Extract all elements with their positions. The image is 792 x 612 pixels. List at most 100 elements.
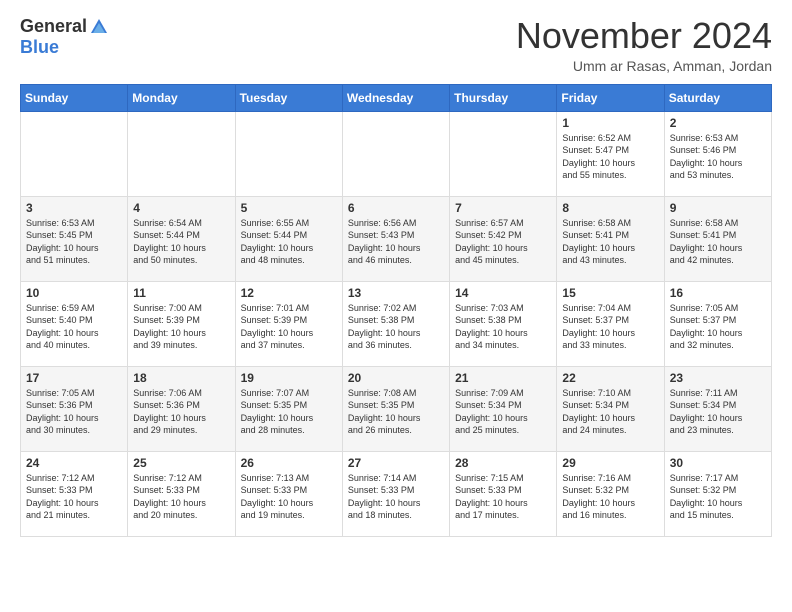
day-info: Sunrise: 6:59 AM Sunset: 5:40 PM Dayligh… (26, 302, 122, 352)
calendar-cell: 5 Sunrise: 6:55 AM Sunset: 5:44 PM Daylig… (235, 196, 342, 281)
day-info: Sunrise: 6:58 AM Sunset: 5:41 PM Dayligh… (562, 217, 658, 267)
calendar-cell (21, 111, 128, 196)
weekday-header-friday: Friday (557, 84, 664, 111)
calendar-cell: 8 Sunrise: 6:58 AM Sunset: 5:41 PM Daylig… (557, 196, 664, 281)
day-info: Sunrise: 7:11 AM Sunset: 5:34 PM Dayligh… (670, 387, 766, 437)
day-number: 22 (562, 371, 658, 385)
day-number: 5 (241, 201, 337, 215)
calendar-cell: 1 Sunrise: 6:52 AM Sunset: 5:47 PM Daylig… (557, 111, 664, 196)
day-info: Sunrise: 7:16 AM Sunset: 5:32 PM Dayligh… (562, 472, 658, 522)
day-info: Sunrise: 7:04 AM Sunset: 5:37 PM Dayligh… (562, 302, 658, 352)
day-info: Sunrise: 7:09 AM Sunset: 5:34 PM Dayligh… (455, 387, 551, 437)
day-number: 6 (348, 201, 444, 215)
day-info: Sunrise: 6:56 AM Sunset: 5:43 PM Dayligh… (348, 217, 444, 267)
day-number: 27 (348, 456, 444, 470)
day-info: Sunrise: 7:14 AM Sunset: 5:33 PM Dayligh… (348, 472, 444, 522)
day-number: 8 (562, 201, 658, 215)
calendar-cell: 25 Sunrise: 7:12 AM Sunset: 5:33 PM Dayli… (128, 451, 235, 536)
day-number: 11 (133, 286, 229, 300)
day-number: 19 (241, 371, 337, 385)
day-info: Sunrise: 7:02 AM Sunset: 5:38 PM Dayligh… (348, 302, 444, 352)
day-number: 10 (26, 286, 122, 300)
day-info: Sunrise: 7:10 AM Sunset: 5:34 PM Dayligh… (562, 387, 658, 437)
day-info: Sunrise: 6:54 AM Sunset: 5:44 PM Dayligh… (133, 217, 229, 267)
day-info: Sunrise: 7:12 AM Sunset: 5:33 PM Dayligh… (133, 472, 229, 522)
week-row-5: 24 Sunrise: 7:12 AM Sunset: 5:33 PM Dayli… (21, 451, 772, 536)
title-section: November 2024 Umm ar Rasas, Amman, Jorda… (516, 16, 772, 74)
week-row-1: 1 Sunrise: 6:52 AM Sunset: 5:47 PM Daylig… (21, 111, 772, 196)
day-number: 24 (26, 456, 122, 470)
day-number: 7 (455, 201, 551, 215)
day-number: 2 (670, 116, 766, 130)
calendar-cell: 29 Sunrise: 7:16 AM Sunset: 5:32 PM Dayli… (557, 451, 664, 536)
calendar-header: SundayMondayTuesdayWednesdayThursdayFrid… (21, 84, 772, 111)
calendar-cell: 6 Sunrise: 6:56 AM Sunset: 5:43 PM Daylig… (342, 196, 449, 281)
day-info: Sunrise: 7:12 AM Sunset: 5:33 PM Dayligh… (26, 472, 122, 522)
logo-icon (89, 17, 109, 37)
calendar: SundayMondayTuesdayWednesdayThursdayFrid… (20, 84, 772, 537)
calendar-cell: 19 Sunrise: 7:07 AM Sunset: 5:35 PM Dayli… (235, 366, 342, 451)
calendar-cell: 16 Sunrise: 7:05 AM Sunset: 5:37 PM Dayli… (664, 281, 771, 366)
calendar-cell (128, 111, 235, 196)
day-info: Sunrise: 7:03 AM Sunset: 5:38 PM Dayligh… (455, 302, 551, 352)
day-number: 18 (133, 371, 229, 385)
day-info: Sunrise: 7:01 AM Sunset: 5:39 PM Dayligh… (241, 302, 337, 352)
calendar-cell: 11 Sunrise: 7:00 AM Sunset: 5:39 PM Dayli… (128, 281, 235, 366)
calendar-cell: 13Sunrise: 7:02 AM Sunset: 5:38 PM Dayli… (342, 281, 449, 366)
day-number: 16 (670, 286, 766, 300)
day-info: Sunrise: 6:52 AM Sunset: 5:47 PM Dayligh… (562, 132, 658, 182)
calendar-cell: 23Sunrise: 7:11 AM Sunset: 5:34 PM Dayli… (664, 366, 771, 451)
day-number: 30 (670, 456, 766, 470)
day-number: 29 (562, 456, 658, 470)
day-number: 17 (26, 371, 122, 385)
location: Umm ar Rasas, Amman, Jordan (516, 58, 772, 74)
weekday-header-thursday: Thursday (450, 84, 557, 111)
weekday-header-monday: Monday (128, 84, 235, 111)
day-info: Sunrise: 7:07 AM Sunset: 5:35 PM Dayligh… (241, 387, 337, 437)
calendar-cell: 4Sunrise: 6:54 AM Sunset: 5:44 PM Daylig… (128, 196, 235, 281)
day-info: Sunrise: 7:00 AM Sunset: 5:39 PM Dayligh… (133, 302, 229, 352)
week-row-3: 10 Sunrise: 6:59 AM Sunset: 5:40 PM Dayli… (21, 281, 772, 366)
calendar-cell: 12Sunrise: 7:01 AM Sunset: 5:39 PM Dayli… (235, 281, 342, 366)
calendar-body: 1 Sunrise: 6:52 AM Sunset: 5:47 PM Daylig… (21, 111, 772, 536)
calendar-cell: 10 Sunrise: 6:59 AM Sunset: 5:40 PM Dayli… (21, 281, 128, 366)
calendar-cell: 18 Sunrise: 7:06 AM Sunset: 5:36 PM Dayli… (128, 366, 235, 451)
calendar-cell: 21Sunrise: 7:09 AM Sunset: 5:34 PM Dayli… (450, 366, 557, 451)
day-number: 14 (455, 286, 551, 300)
day-info: Sunrise: 6:53 AM Sunset: 5:45 PM Dayligh… (26, 217, 122, 267)
day-number: 26 (241, 456, 337, 470)
calendar-cell: 30 Sunrise: 7:17 AM Sunset: 5:32 PM Dayli… (664, 451, 771, 536)
day-info: Sunrise: 7:05 AM Sunset: 5:36 PM Dayligh… (26, 387, 122, 437)
calendar-cell: 14 Sunrise: 7:03 AM Sunset: 5:38 PM Dayli… (450, 281, 557, 366)
weekday-header-tuesday: Tuesday (235, 84, 342, 111)
header: General Blue November 2024 Umm ar Rasas,… (20, 16, 772, 74)
calendar-cell (342, 111, 449, 196)
day-number: 25 (133, 456, 229, 470)
day-number: 28 (455, 456, 551, 470)
day-info: Sunrise: 6:57 AM Sunset: 5:42 PM Dayligh… (455, 217, 551, 267)
calendar-cell: 7 Sunrise: 6:57 AM Sunset: 5:42 PM Daylig… (450, 196, 557, 281)
calendar-cell: 15Sunrise: 7:04 AM Sunset: 5:37 PM Dayli… (557, 281, 664, 366)
calendar-cell (450, 111, 557, 196)
calendar-cell: 2 Sunrise: 6:53 AM Sunset: 5:46 PM Daylig… (664, 111, 771, 196)
logo: General Blue (20, 16, 109, 58)
calendar-cell: 17 Sunrise: 7:05 AM Sunset: 5:36 PM Dayli… (21, 366, 128, 451)
page: General Blue November 2024 Umm ar Rasas,… (0, 0, 792, 547)
weekday-header-saturday: Saturday (664, 84, 771, 111)
day-info: Sunrise: 7:08 AM Sunset: 5:35 PM Dayligh… (348, 387, 444, 437)
day-info: Sunrise: 6:53 AM Sunset: 5:46 PM Dayligh… (670, 132, 766, 182)
day-info: Sunrise: 7:05 AM Sunset: 5:37 PM Dayligh… (670, 302, 766, 352)
week-row-2: 3 Sunrise: 6:53 AM Sunset: 5:45 PM Daylig… (21, 196, 772, 281)
day-info: Sunrise: 7:06 AM Sunset: 5:36 PM Dayligh… (133, 387, 229, 437)
day-number: 20 (348, 371, 444, 385)
weekday-row: SundayMondayTuesdayWednesdayThursdayFrid… (21, 84, 772, 111)
day-info: Sunrise: 7:17 AM Sunset: 5:32 PM Dayligh… (670, 472, 766, 522)
calendar-cell: 28Sunrise: 7:15 AM Sunset: 5:33 PM Dayli… (450, 451, 557, 536)
calendar-cell: 20 Sunrise: 7:08 AM Sunset: 5:35 PM Dayli… (342, 366, 449, 451)
day-number: 3 (26, 201, 122, 215)
calendar-cell: 26Sunrise: 7:13 AM Sunset: 5:33 PM Dayli… (235, 451, 342, 536)
day-info: Sunrise: 6:55 AM Sunset: 5:44 PM Dayligh… (241, 217, 337, 267)
logo-blue-text: Blue (20, 37, 59, 57)
calendar-cell: 3 Sunrise: 6:53 AM Sunset: 5:45 PM Daylig… (21, 196, 128, 281)
day-number: 1 (562, 116, 658, 130)
